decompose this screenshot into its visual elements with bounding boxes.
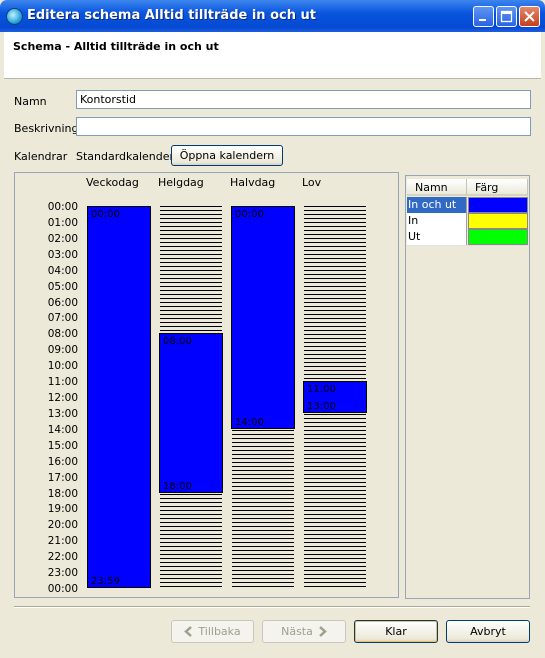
next-label: Nästa [281,625,313,638]
hour-label: 05:00 [47,280,78,293]
name-input[interactable] [76,90,531,109]
block-end-time: 14:00 [235,417,264,429]
cancel-button[interactable]: Avbryt [446,620,530,643]
hour-label: 22:00 [47,551,78,564]
hour-label: 12:00 [47,392,78,404]
open-calendar-button[interactable]: Öppna kalendern [171,145,283,166]
next-button[interactable]: Nästa [262,620,346,643]
back-label: Tillbaka [198,625,241,638]
hour-label: 03:00 [47,248,78,261]
block-end-time: 13:00 [307,401,336,413]
finish-label: Klar [385,625,407,638]
header-panel: Schema - Alltid tillträde in och ut [4,32,541,79]
hour-label: 06:00 [47,296,78,309]
hour-label: 21:00 [47,535,78,548]
footer-separator [14,606,530,608]
legend-row-name: Ut [407,229,467,245]
legend-header-name[interactable]: Namn [407,179,467,196]
close-icon [524,11,535,22]
block-start-time: 00:00 [235,209,264,220]
legend-table: Namn Färg In och ut In Ut [405,175,530,599]
hour-label: 17:00 [47,471,78,484]
legend-header: Namn Färg [407,179,528,196]
title-bar[interactable]: Editera schema Alltid tillträde in och u… [0,0,545,32]
hour-label: 04:00 [47,264,78,277]
block-start-time: 08:00 [163,336,192,348]
hour-label: 00:00 [47,201,78,213]
calendar-label: Kalendrar [14,150,68,163]
name-label: Namn [14,95,47,108]
legend-row-color [468,197,528,213]
minimize-icon [479,19,486,21]
minimize-button[interactable] [473,6,494,27]
block-end-time: 23:59 [91,576,120,587]
hour-label: 19:00 [47,503,78,516]
hour-label: 10:00 [47,360,78,373]
hour-label: 08:00 [47,328,78,341]
page-title: Schema - Alltid tillträde in och ut [13,40,219,53]
hour-label: 13:00 [47,407,78,420]
hour-label: 11:00 [47,376,78,389]
hour-label: 01:00 [47,216,78,229]
app-globe-icon [6,8,23,25]
schedule-block[interactable]: 11:00 13:00 [303,381,367,414]
legend-header-color[interactable]: Färg [467,179,528,196]
hour-label: 16:00 [47,455,78,468]
finish-button[interactable]: Klar [354,620,438,643]
hour-label: 18:00 [47,487,78,500]
legend-row-name: In [407,213,467,229]
hour-label: 15:00 [47,439,78,452]
window-title: Editera schema Alltid tillträde in och u… [27,8,316,23]
legend-row[interactable]: Ut [407,229,528,246]
column-header-veckodag: Veckodag [86,176,139,189]
hour-label: 14:00 [47,423,78,436]
maximize-button[interactable] [496,6,517,27]
hour-label: 02:00 [47,232,78,245]
legend-row-color [468,213,528,229]
back-button[interactable]: Tillbaka [171,620,254,643]
hour-label: 09:00 [47,344,78,357]
block-end-time: 18:00 [163,480,192,492]
schedule-block[interactable]: 08:00 18:00 [159,333,223,493]
chevron-left-icon [184,626,193,637]
calendar-value: Standardkalender [76,150,175,163]
description-input[interactable] [76,117,531,136]
block-start-time: 11:00 [307,384,336,396]
legend-row[interactable]: In [407,213,528,230]
block-start-time: 00:00 [91,209,120,220]
schedule-block[interactable]: 00:00 23:59 [87,206,151,588]
legend-row[interactable]: In och ut [407,197,528,214]
hour-label: 23:00 [47,567,78,580]
legend-row-name: In och ut [407,197,467,213]
schedule-block[interactable]: 00:00 14:00 [231,206,295,430]
hour-label: 00:00 [47,583,78,595]
legend-row-color [468,229,528,245]
hour-label: 20:00 [47,519,78,532]
close-button[interactable] [519,6,540,27]
column-header-helgdag: Helgdag [158,176,204,189]
cancel-label: Avbryt [470,625,506,638]
hour-label: 07:00 [47,312,78,325]
chevron-right-icon [319,626,327,637]
maximize-icon [500,10,513,23]
column-header-lov: Lov [302,176,322,189]
column-header-halvdag: Halvdag [230,176,276,189]
description-label: Beskrivning [14,122,79,135]
open-calendar-label: Öppna kalendern [179,149,275,162]
